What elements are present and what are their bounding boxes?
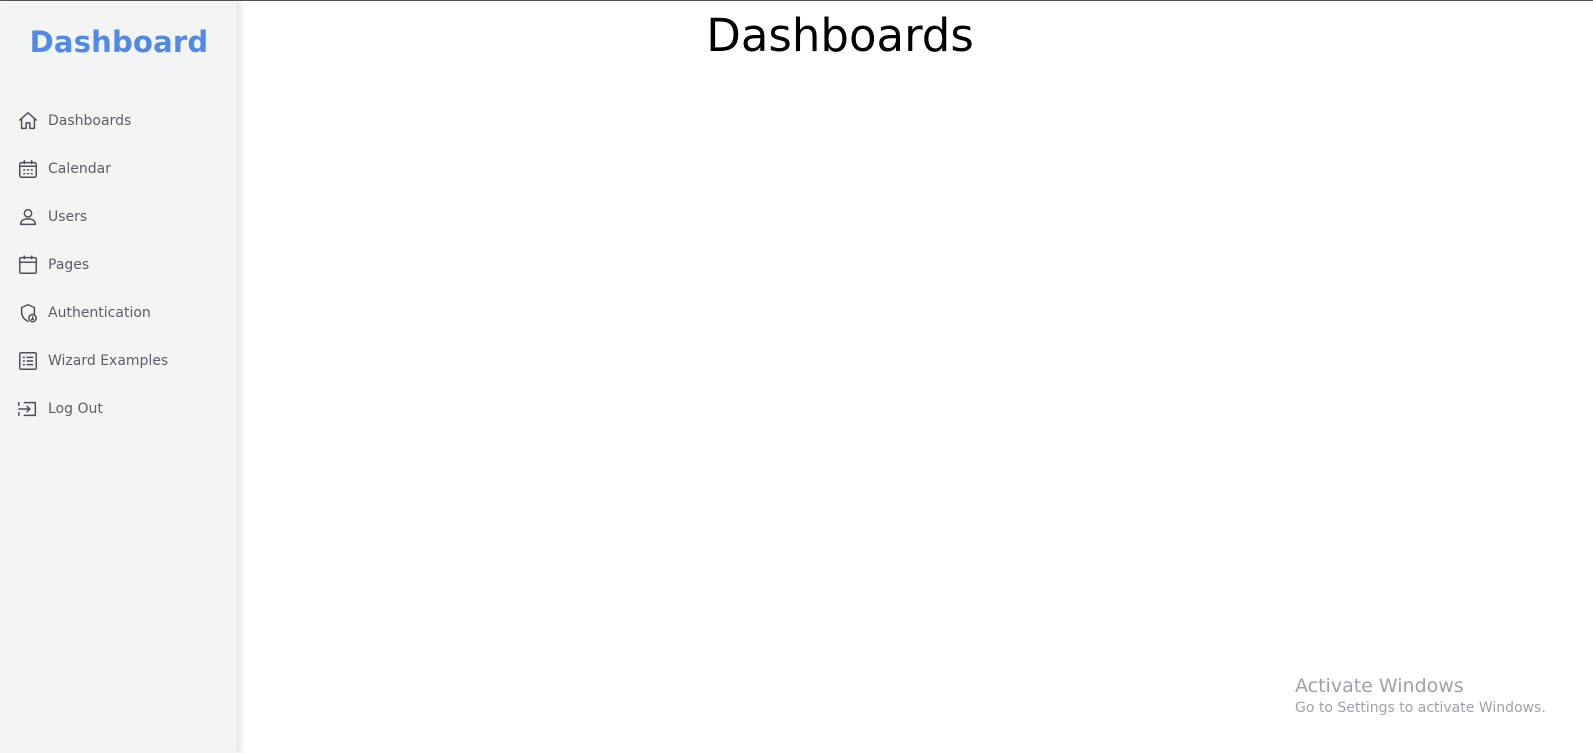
user-icon (17, 206, 39, 228)
page-title: Dashboards (706, 9, 974, 62)
sidebar-item-label: Log Out (48, 401, 103, 417)
sidebar-item-calendar[interactable]: Calendar (0, 145, 238, 193)
sidebar-item-pages[interactable]: Pages (0, 241, 238, 289)
sidebar-item-label: Wizard Examples (48, 353, 169, 369)
sidebar-item-label: Dashboards (48, 113, 132, 129)
sidebar-item-dashboards[interactable]: Dashboards (0, 97, 238, 145)
sidebar-nav: Dashboards Calendar Users Pages Authenti… (0, 97, 238, 433)
sidebar-brand[interactable]: Dashboard (0, 25, 238, 59)
watermark-subtitle: Go to Settings to activate Windows. (1295, 700, 1546, 716)
sidebar-item-users[interactable]: Users (0, 193, 238, 241)
list-icon (17, 350, 39, 372)
shield-lock-icon (17, 302, 39, 324)
logout-icon (17, 398, 39, 420)
home-icon (17, 110, 39, 132)
calendar-icon (17, 158, 39, 180)
main-content: Dashboards (238, 1, 1593, 753)
sidebar-item-label: Users (48, 209, 88, 225)
sidebar-item-label: Pages (48, 257, 90, 273)
sidebar-item-label: Calendar (48, 161, 111, 177)
watermark-title: Activate Windows (1295, 675, 1464, 697)
app-window: Dashboard Dashboards Calendar Users Page… (0, 0, 1593, 753)
activate-windows-watermark: Activate Windows Go to Settings to activ… (1295, 674, 1546, 718)
page-icon (17, 254, 39, 276)
sidebar-item-wizard-examples[interactable]: Wizard Examples (0, 337, 238, 385)
sidebar-item-authentication[interactable]: Authentication (0, 289, 238, 337)
sidebar-item-label: Authentication (48, 305, 151, 321)
sidebar: Dashboard Dashboards Calendar Users Page… (0, 1, 238, 753)
sidebar-item-log-out[interactable]: Log Out (0, 385, 238, 433)
